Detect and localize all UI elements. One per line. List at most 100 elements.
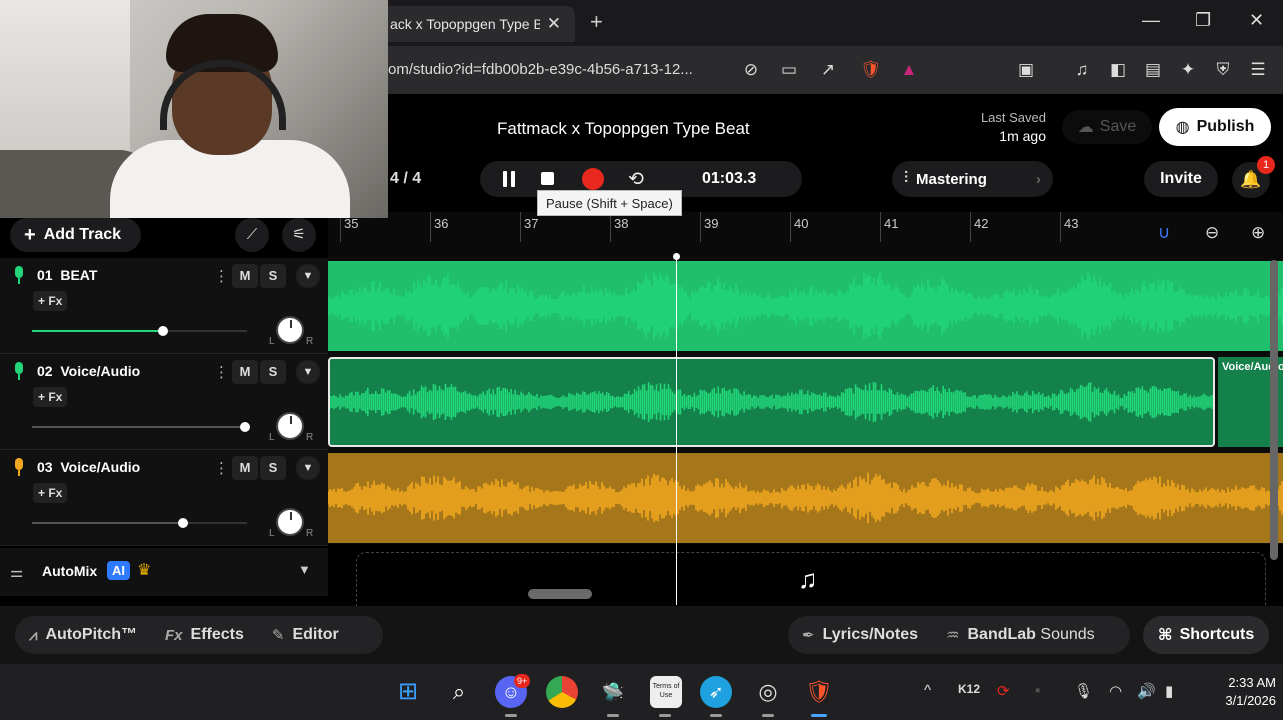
- track-header[interactable]: 02 Voice/Audio + Fx ⋮ M S ▼ L R: [0, 354, 328, 450]
- tray-app-icon[interactable]: ▪: [1035, 682, 1040, 699]
- chevron-down-icon[interactable]: ▼: [298, 562, 311, 577]
- more-options-icon[interactable]: ⋮: [214, 267, 229, 285]
- cast-icon[interactable]: ▭: [778, 59, 800, 81]
- minimize-button[interactable]: —: [1142, 10, 1160, 31]
- volume-slider[interactable]: [32, 518, 247, 528]
- new-tab-button[interactable]: +: [590, 9, 603, 35]
- stop-button[interactable]: [541, 172, 554, 185]
- mute-button[interactable]: M: [232, 456, 258, 480]
- reader-mode-icon[interactable]: ▣: [1015, 59, 1037, 81]
- project-title[interactable]: Fattmack x Topoppgen Type Beat: [497, 119, 750, 139]
- audio-clip[interactable]: [328, 453, 1283, 543]
- battery-icon[interactable]: ▮: [1165, 682, 1173, 700]
- pause-button[interactable]: [502, 171, 518, 187]
- wallet-icon[interactable]: ▤: [1142, 59, 1164, 81]
- search-icon[interactable]: ⌕: [443, 676, 475, 708]
- volume-slider[interactable]: [32, 326, 247, 336]
- autopitch-button[interactable]: ⩘ AutoPitch™: [15, 626, 151, 644]
- zoom-out-icon[interactable]: ⊖: [1205, 223, 1219, 243]
- restore-button[interactable]: ❐: [1195, 10, 1211, 31]
- time-signature[interactable]: 4 / 4: [390, 170, 421, 188]
- record-button[interactable]: [582, 168, 604, 190]
- chevron-down-icon[interactable]: ▼: [296, 360, 320, 384]
- sync-icon[interactable]: ⟳: [997, 682, 1010, 700]
- tab-close-icon[interactable]: ✕: [547, 14, 561, 34]
- chevron-down-icon[interactable]: ▼: [296, 456, 320, 480]
- add-fx-button[interactable]: + Fx: [33, 483, 68, 503]
- vpn-icon[interactable]: ⛨: [1212, 59, 1234, 81]
- maps-app-icon[interactable]: ➶: [700, 676, 732, 708]
- track-header[interactable]: 03 Voice/Audio + Fx ⋮ M S ▼ L R: [0, 450, 328, 546]
- add-fx-button[interactable]: + Fx: [33, 291, 68, 311]
- playhead[interactable]: [673, 253, 680, 605]
- mute-button[interactable]: M: [232, 264, 258, 288]
- loop-icon[interactable]: ⟲: [628, 168, 644, 191]
- add-track-button[interactable]: + Add Track: [10, 218, 141, 252]
- track-name[interactable]: 02 Voice/Audio: [37, 363, 140, 379]
- microphone-icon[interactable]: [12, 458, 26, 476]
- music-icon[interactable]: ♫: [1071, 59, 1093, 81]
- effects-button[interactable]: Fx Effects: [151, 626, 258, 644]
- snap-magnet-icon[interactable]: ∪: [1158, 223, 1170, 243]
- chrome-icon[interactable]: [546, 676, 578, 708]
- solo-button[interactable]: S: [260, 264, 286, 288]
- add-fx-button[interactable]: + Fx: [33, 387, 68, 407]
- track-name[interactable]: 03 Voice/Audio: [37, 459, 140, 475]
- mute-button[interactable]: M: [232, 360, 258, 384]
- no-tracking-icon[interactable]: ⊘: [740, 59, 762, 81]
- windows-start-icon[interactable]: ⊞: [392, 676, 424, 708]
- lyrics-notes-button[interactable]: ✒ Lyrics/Notes: [788, 626, 932, 644]
- k12-tray-icon[interactable]: K12: [958, 682, 980, 696]
- pan-knob[interactable]: [276, 316, 304, 344]
- more-options-icon[interactable]: ⋮: [214, 363, 229, 381]
- system-clock[interactable]: 2:33 AM 3/1/2026: [1196, 674, 1276, 710]
- microphone-tray-icon[interactable]: 🎙: [1074, 682, 1093, 700]
- brave-shields-icon[interactable]: 🛡: [860, 59, 882, 81]
- solo-button[interactable]: S: [260, 456, 286, 480]
- horizontal-scrollbar[interactable]: [528, 589, 592, 599]
- tray-overflow-icon[interactable]: ^: [924, 682, 931, 699]
- audio-clip[interactable]: [328, 261, 1283, 351]
- share-icon[interactable]: ↗: [817, 59, 839, 81]
- solo-button[interactable]: S: [260, 360, 286, 384]
- editor-button[interactable]: ✎ Editor: [258, 626, 353, 644]
- menu-icon[interactable]: ☰: [1247, 59, 1269, 81]
- vertical-scrollbar[interactable]: [1270, 260, 1278, 560]
- track-header[interactable]: 01 BEAT + Fx ⋮ M S ▼ L R: [0, 258, 328, 354]
- track-settings-icon[interactable]: ⚟: [282, 218, 316, 252]
- browser-tab-active[interactable]: ack x Topoppgen Type B ✕: [380, 6, 575, 42]
- pan-knob[interactable]: [276, 508, 304, 536]
- chevron-down-icon[interactable]: ▼: [296, 264, 320, 288]
- mastering-button[interactable]: ⫶ Mastering ›: [892, 161, 1053, 197]
- drop-zone[interactable]: ♫: [328, 544, 1283, 622]
- volume-slider[interactable]: [32, 422, 250, 432]
- automix-panel[interactable]: ⚌ AutoMix AI ♛ ▼: [0, 548, 328, 596]
- track-lane[interactable]: [328, 258, 1283, 354]
- save-button[interactable]: ☁ Save: [1062, 110, 1152, 144]
- wifi-icon[interactable]: ◠: [1109, 682, 1122, 700]
- pan-knob[interactable]: [276, 412, 304, 440]
- obs-icon[interactable]: ◎: [752, 676, 784, 708]
- volume-icon[interactable]: 🔊: [1137, 682, 1156, 700]
- microphone-icon[interactable]: [12, 362, 26, 380]
- timeline-ruler[interactable]: 35 36 37 38 39 40 41 42 43 ∪ ⊖ ⊕: [328, 212, 1283, 258]
- spaceship-app-icon[interactable]: 🛸: [597, 676, 629, 708]
- track-lane[interactable]: Voice/Audio: [328, 354, 1283, 450]
- microphone-icon[interactable]: [12, 266, 26, 284]
- address-bar[interactable]: om/studio?id=fdb00b2b-e39c-4b56-a713-12.…: [388, 61, 728, 78]
- shortcuts-button[interactable]: ⌘ Shortcuts: [1143, 616, 1269, 654]
- terms-of-use-icon[interactable]: Terms of Use: [650, 676, 682, 708]
- invite-button[interactable]: Invite: [1144, 161, 1218, 197]
- brave-browser-icon[interactable]: 🛡: [803, 676, 835, 708]
- window-close-button[interactable]: ✕: [1249, 10, 1264, 31]
- audio-clip-selected[interactable]: [328, 357, 1215, 447]
- track-lane[interactable]: [328, 450, 1283, 546]
- publish-button[interactable]: ◍ Publish: [1159, 108, 1271, 146]
- more-options-icon[interactable]: ⋮: [214, 459, 229, 477]
- automation-icon[interactable]: ⟋: [235, 218, 269, 252]
- brave-rewards-icon[interactable]: ▲: [898, 59, 920, 81]
- bandlab-sounds-button[interactable]: ♒ BandLab Sounds: [932, 626, 1109, 644]
- track-name[interactable]: 01 BEAT: [37, 267, 97, 283]
- sidebar-icon[interactable]: ◧: [1107, 59, 1129, 81]
- leo-ai-icon[interactable]: ✦: [1177, 59, 1199, 81]
